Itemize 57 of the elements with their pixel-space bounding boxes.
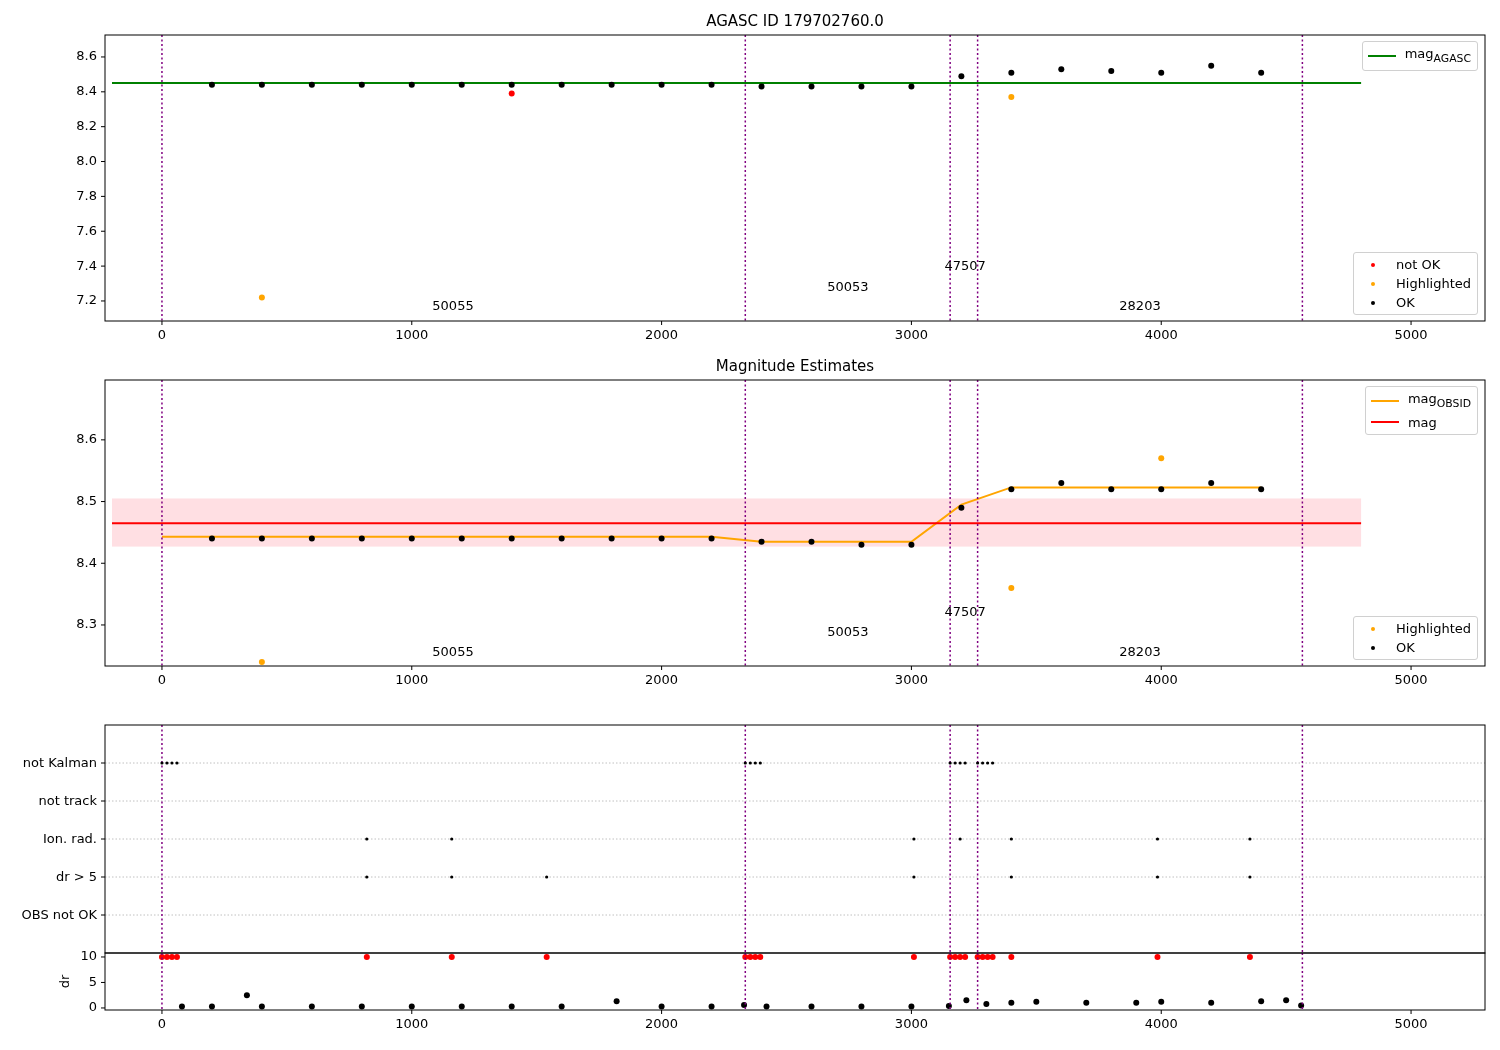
x-tick-label: 4000 bbox=[1144, 1016, 1178, 1031]
y-tick-label: 10 bbox=[80, 948, 97, 964]
x-tick-label: 1000 bbox=[395, 672, 429, 687]
y-tick-label: 8.5 bbox=[76, 493, 97, 509]
y-tick-label: 8.4 bbox=[76, 83, 97, 99]
y-tick-label: 7.2 bbox=[76, 292, 97, 308]
y-tick-label: 8.2 bbox=[76, 118, 97, 134]
flag-row-label: Ion. rad. bbox=[43, 830, 97, 846]
chart-title: AGASC ID 179702760.0 bbox=[706, 12, 884, 30]
flag-row-label: not track bbox=[38, 792, 97, 808]
x-tick-label: 1000 bbox=[395, 1016, 429, 1031]
flag-row-label: OBS not OK bbox=[21, 906, 97, 922]
obsid-label: 28203 bbox=[1119, 298, 1161, 314]
obsid-label: 50055 bbox=[432, 298, 474, 314]
obsid-label: 47507 bbox=[944, 258, 986, 274]
x-tick-label: 3000 bbox=[894, 1016, 928, 1031]
x-tick-label: 2000 bbox=[645, 672, 679, 687]
legend-label: OK bbox=[1396, 639, 1415, 656]
y-axis-label: dr bbox=[57, 974, 72, 989]
y-tick-label: 7.4 bbox=[76, 257, 97, 273]
obsid-label: 50053 bbox=[827, 278, 869, 294]
x-tick-label: 4000 bbox=[1144, 327, 1178, 342]
obsid-label: 50053 bbox=[827, 623, 869, 639]
y-tick-label: 8.0 bbox=[76, 153, 97, 169]
x-tick-label: 0 bbox=[157, 672, 167, 687]
legend-label: mag bbox=[1407, 413, 1437, 431]
x-tick-label: 0 bbox=[157, 1016, 167, 1031]
x-tick-label: 3000 bbox=[894, 672, 928, 687]
flag-row-label: dr > 5 bbox=[55, 868, 97, 884]
x-tick-label: 5000 bbox=[1394, 1016, 1428, 1031]
x-tick-label: 2000 bbox=[645, 327, 679, 342]
x-tick-label: 1000 bbox=[395, 327, 429, 342]
obsid-label: 28203 bbox=[1119, 643, 1161, 659]
y-tick-label: 8.6 bbox=[76, 431, 97, 447]
x-tick-label: 5000 bbox=[1394, 327, 1428, 342]
legend-label: not OK bbox=[1396, 256, 1441, 273]
legend-label: mag$_{AGASC}$ bbox=[1404, 45, 1471, 67]
x-tick-label: 5000 bbox=[1394, 672, 1428, 687]
y-tick-label: 5 bbox=[88, 973, 97, 989]
obsid-label: 47507 bbox=[944, 604, 986, 620]
legend-label: OK bbox=[1396, 294, 1415, 311]
x-tick-label: 4000 bbox=[1144, 672, 1178, 687]
x-tick-label: 2000 bbox=[645, 1016, 679, 1031]
legend-label: Highlighted bbox=[1396, 275, 1471, 292]
y-tick-label: 8.6 bbox=[76, 48, 97, 64]
obsid-label: 50055 bbox=[432, 643, 474, 659]
chart-title: Magnitude Estimates bbox=[715, 357, 875, 375]
y-tick-label: 7.8 bbox=[76, 187, 97, 203]
y-tick-label: 7.6 bbox=[76, 222, 97, 238]
x-tick-label: 0 bbox=[157, 327, 167, 342]
legend-label: Highlighted bbox=[1396, 620, 1471, 637]
y-tick-label: 0 bbox=[88, 999, 97, 1015]
flag-row-label: not Kalman bbox=[22, 754, 97, 770]
y-tick-label: 8.4 bbox=[76, 554, 97, 570]
legend-label: mag$_{OBSID}$ bbox=[1407, 390, 1471, 412]
y-tick-label: 8.3 bbox=[76, 616, 97, 632]
x-tick-label: 3000 bbox=[894, 327, 928, 342]
